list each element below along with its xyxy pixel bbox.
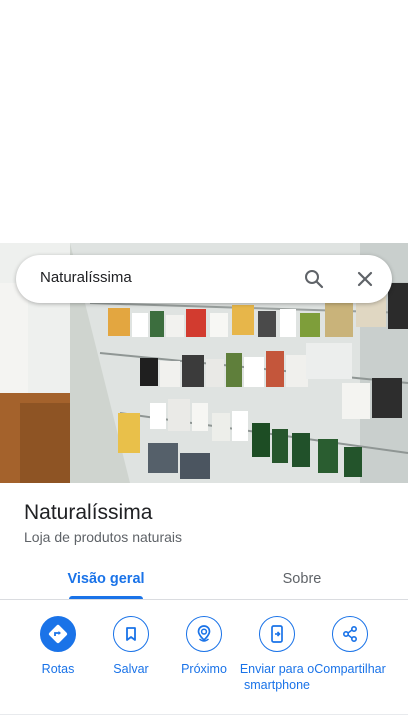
map-blank-area <box>0 0 408 243</box>
send-to-phone-button[interactable]: Enviar para o smartphone <box>237 616 317 693</box>
send-to-phone-label: Enviar para o smartphone <box>239 662 315 692</box>
tab-selected-indicator <box>69 596 143 599</box>
share-button[interactable]: Compartilhar <box>310 616 390 677</box>
share-label: Compartilhar <box>314 662 386 676</box>
nearby-button[interactable]: Próximo <box>164 616 244 677</box>
place-category[interactable]: Loja de produtos naturais <box>24 529 182 545</box>
directions-button[interactable]: Rotas <box>18 616 98 677</box>
search-icon[interactable] <box>302 267 326 291</box>
directions-icon <box>40 616 76 652</box>
tab-overview[interactable]: Visão geral <box>36 557 176 600</box>
nearby-icon <box>186 616 222 652</box>
send-to-phone-icon <box>259 616 295 652</box>
tab-bar: Visão geral Sobre <box>0 557 408 600</box>
search-bar[interactable]: Naturalíssima <box>16 255 392 303</box>
share-icon <box>332 616 368 652</box>
nearby-label: Próximo <box>181 662 227 676</box>
bookmark-icon <box>113 616 149 652</box>
save-label: Salvar <box>113 662 149 676</box>
close-icon[interactable] <box>353 267 377 291</box>
section-divider <box>0 714 408 715</box>
save-button[interactable]: Salvar <box>91 616 171 677</box>
tab-about[interactable]: Sobre <box>232 557 372 600</box>
directions-label: Rotas <box>41 662 75 676</box>
action-buttons-row: Rotas Salvar Próximo Enviar para o smart… <box>0 612 408 712</box>
search-input[interactable]: Naturalíssima <box>40 269 132 286</box>
place-title: Naturalíssima <box>24 501 153 524</box>
